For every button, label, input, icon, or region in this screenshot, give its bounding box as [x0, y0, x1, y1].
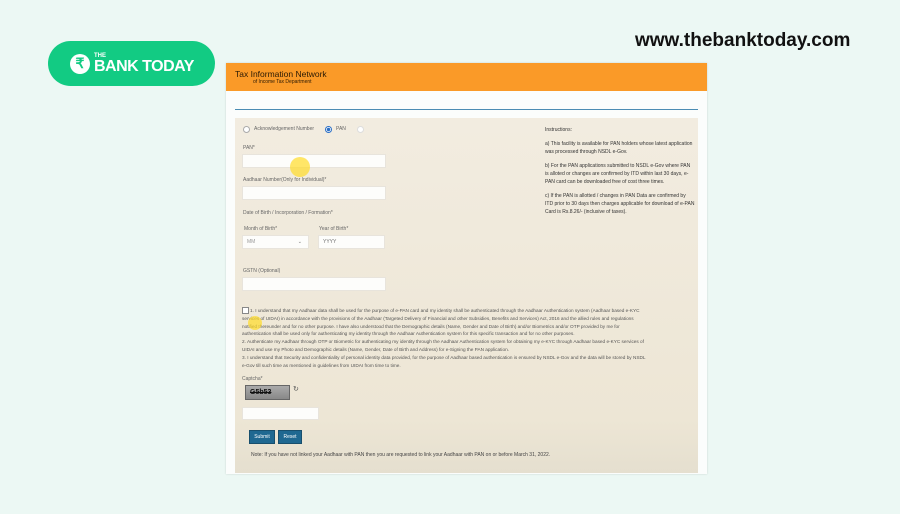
instruction-item: c) If the PAN is allotted / changes in P… — [545, 193, 695, 215]
pan-label: PAN* — [243, 145, 255, 151]
month-label: Month of Birth* — [244, 226, 278, 232]
aadhaar-link-note: Note: If you have not linked your Aadhaa… — [251, 452, 551, 458]
radio-pan[interactable] — [325, 126, 332, 133]
screenshot-frame: Tax Information Network of Income Tax De… — [226, 63, 707, 474]
brand-logo: ₹ THE BANK TODAY — [48, 41, 215, 86]
reset-button[interactable]: Reset — [278, 430, 302, 444]
pan-input[interactable] — [242, 154, 386, 168]
epan-form: Acknowledgement Number PAN PAN* Aadhaar … — [235, 118, 698, 473]
dob-label: Date of Birth / Incorporation / Formatio… — [243, 210, 333, 216]
site-url: www.thebanktoday.com — [635, 30, 851, 51]
declaration-line: notified thereunder and for no other pur… — [242, 323, 620, 329]
instruction-item: a) This facility is available for PAN ho… — [545, 141, 693, 155]
gstn-input[interactable] — [242, 277, 386, 291]
cursor-highlight — [248, 316, 262, 330]
declaration-line: services of UIDAI) in accordance with th… — [242, 315, 634, 321]
radio-pan-label: PAN — [336, 126, 346, 132]
declaration-line: UIDAI and use my Photo and Demographic d… — [242, 346, 509, 352]
divider — [235, 109, 698, 110]
captcha-image: G5b53 — [245, 385, 290, 400]
captcha-text: G5b53 — [250, 389, 272, 396]
aadhaar-input[interactable] — [242, 186, 386, 200]
cursor-highlight — [290, 157, 310, 177]
header-title: Tax Information Network — [235, 69, 327, 79]
radio-acknowledgement-label: Acknowledgement Number — [254, 126, 315, 132]
declaration-line: 3. I understand that Security and confid… — [242, 354, 646, 360]
refresh-captcha-icon[interactable]: ↻ — [293, 385, 299, 393]
year-label: Year of Birth* — [319, 226, 349, 232]
declaration-line: authentication shall be used only for au… — [242, 331, 575, 337]
month-select[interactable]: MM ⌄ — [242, 235, 309, 249]
submit-button[interactable]: Submit — [249, 430, 275, 444]
year-input[interactable] — [318, 235, 385, 249]
rupee-icon: ₹ — [70, 53, 90, 74]
month-value: MM — [247, 239, 256, 245]
gstn-label: GSTN (Optional) — [243, 268, 281, 274]
declaration-text: 1. I understand that my Aadhaar data sha… — [242, 307, 694, 369]
chevron-down-icon: ⌄ — [297, 239, 302, 245]
aadhaar-label: Aadhaar Number(Only for Individual)* — [243, 177, 327, 183]
captcha-label: Captcha* — [242, 376, 263, 382]
logo-main-text: BANK TODAY — [94, 57, 194, 75]
declaration-line: 1. I understand that my Aadhaar data sha… — [250, 308, 640, 313]
instructions-panel: Instructions: a) This facility is availa… — [545, 126, 695, 222]
radio-acknowledgement[interactable] — [243, 126, 250, 133]
instructions-title: Instructions: — [545, 127, 572, 133]
captcha-input[interactable] — [242, 407, 319, 420]
radio-extra[interactable] — [357, 126, 364, 133]
header-subtitle: of Income Tax Department — [253, 79, 312, 85]
declaration-line: 2. Authenticate my Aadhaar through OTP o… — [242, 339, 644, 345]
instruction-item: b) For the PAN applications submitted to… — [545, 163, 691, 185]
declaration-checkbox[interactable] — [242, 307, 249, 315]
declaration-line: e-Gov till such time as mentioned in gui… — [242, 362, 401, 368]
tin-header: Tax Information Network of Income Tax De… — [226, 63, 707, 91]
